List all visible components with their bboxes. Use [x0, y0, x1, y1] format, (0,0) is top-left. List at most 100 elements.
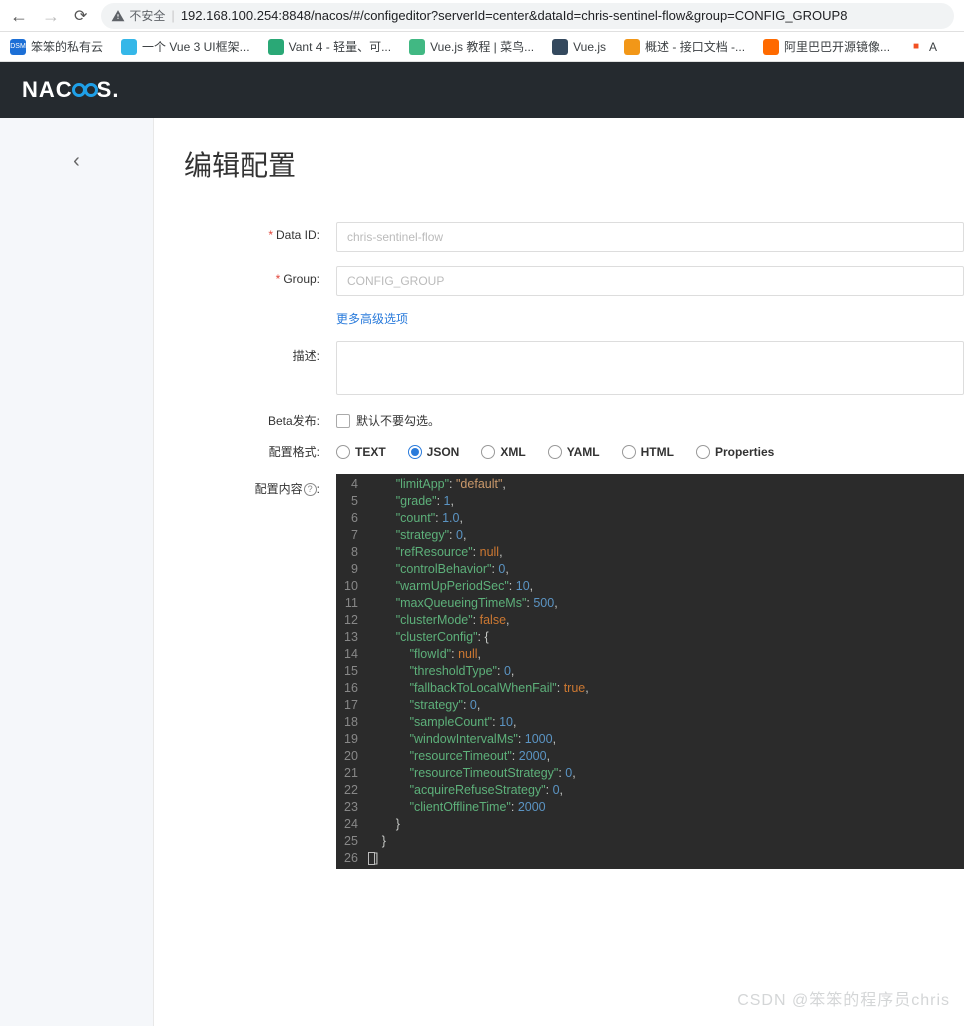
bookmark-item[interactable]: Vue.js	[552, 39, 606, 55]
bookmark-item[interactable]: ■A	[908, 39, 937, 55]
bookmark-label: 笨笨的私有云	[31, 38, 103, 55]
code-line: "windowIntervalMs": 1000,	[368, 731, 964, 748]
app-header: NAC S.	[0, 62, 964, 118]
page-title: 编辑配置	[184, 144, 964, 184]
code-line: "resourceTimeout": 2000,	[368, 748, 964, 765]
format-option-text[interactable]: TEXT	[336, 445, 386, 459]
input-group[interactable]	[336, 266, 964, 296]
code-line: "sampleCount": 10,	[368, 714, 964, 731]
nacos-logo: NAC S.	[22, 77, 119, 103]
editor-code[interactable]: "limitApp": "default", "grade": 1, "coun…	[368, 474, 964, 869]
insecure-badge: 不安全	[111, 7, 165, 24]
input-data-id[interactable]	[336, 222, 964, 252]
bookmark-label: A	[929, 40, 937, 54]
warning-icon	[111, 9, 125, 23]
code-line: "maxQueueingTimeMs": 500,	[368, 595, 964, 612]
beta-checkbox[interactable]	[336, 414, 350, 428]
bookmark-item[interactable]: 概述 - 接口文档 -...	[624, 38, 745, 55]
radio-label: JSON	[427, 445, 460, 459]
bookmark-label: Vue.js 教程 | 菜鸟...	[430, 38, 534, 55]
radio-label: HTML	[641, 445, 674, 459]
main-layout: ‹ 编辑配置 *Data ID: *Group: 更多高级选项 描述: Beta…	[0, 118, 964, 1026]
radio-icon	[408, 445, 422, 459]
code-line: "acquireRefuseStrategy": 0,	[368, 782, 964, 799]
favicon-icon	[268, 39, 284, 55]
bookmark-item[interactable]: 阿里巴巴开源镜像...	[763, 38, 890, 55]
code-line: "flowId": null,	[368, 646, 964, 663]
row-data-id: *Data ID:	[184, 222, 964, 252]
editor-gutter: 4567891011121314151617181920212223242526	[336, 474, 368, 869]
code-line: ]	[368, 850, 964, 867]
code-line: "thresholdType": 0,	[368, 663, 964, 680]
bookmark-item[interactable]: 一个 Vue 3 UI框架...	[121, 38, 250, 55]
input-desc[interactable]	[336, 341, 964, 395]
row-more: 更多高级选项	[184, 310, 964, 327]
sidebar-back-button[interactable]: ‹	[0, 150, 153, 173]
logo-text-prefix: NAC	[22, 77, 73, 103]
logo-rings-icon	[73, 83, 97, 97]
format-option-xml[interactable]: XML	[481, 445, 525, 459]
favicon-icon	[409, 39, 425, 55]
sidebar: ‹	[0, 118, 154, 1026]
label-content: 配置内容?:	[184, 474, 336, 497]
back-button[interactable]: ←	[10, 7, 28, 25]
row-format: 配置格式: TEXTJSONXMLYAMLHTMLProperties	[184, 443, 964, 460]
bookmark-label: 阿里巴巴开源镜像...	[784, 38, 890, 55]
reload-button[interactable]: ⟳	[74, 6, 87, 26]
bookmark-item[interactable]: Vant 4 - 轻量、可...	[268, 38, 391, 55]
content-area: 编辑配置 *Data ID: *Group: 更多高级选项 描述: Beta发布…	[154, 118, 964, 1026]
code-line: "warmUpPeriodSec": 10,	[368, 578, 964, 595]
code-line: "controlBehavior": 0,	[368, 561, 964, 578]
code-line: "clusterMode": false,	[368, 612, 964, 629]
code-editor[interactable]: 4567891011121314151617181920212223242526…	[336, 474, 964, 869]
radio-icon	[696, 445, 710, 459]
code-line: "refResource": null,	[368, 544, 964, 561]
radio-label: XML	[500, 445, 525, 459]
format-option-yaml[interactable]: YAML	[548, 445, 600, 459]
code-line: }	[368, 833, 964, 850]
label-desc: 描述:	[184, 341, 336, 364]
radio-label: Properties	[715, 445, 774, 459]
address-bar[interactable]: 不安全 | 192.168.100.254:8848/nacos/#/confi…	[101, 3, 954, 29]
row-content: 配置内容?: 456789101112131415161718192021222…	[184, 474, 964, 869]
favicon-icon	[552, 39, 568, 55]
label-beta: Beta发布:	[184, 412, 336, 429]
browser-toolbar: ← → ⟳ 不安全 | 192.168.100.254:8848/nacos/#…	[0, 0, 964, 32]
insecure-label: 不安全	[129, 7, 165, 24]
bookmark-label: Vant 4 - 轻量、可...	[289, 38, 391, 55]
bookmark-item[interactable]: DSM 笨笨的私有云	[10, 38, 103, 55]
beta-text: 默认不要勾选。	[356, 412, 440, 429]
code-line: "strategy": 0,	[368, 527, 964, 544]
bookmark-label: 一个 Vue 3 UI框架...	[142, 38, 250, 55]
code-line: "fallbackToLocalWhenFail": true,	[368, 680, 964, 697]
radio-label: YAML	[567, 445, 600, 459]
format-option-html[interactable]: HTML	[622, 445, 674, 459]
bookmark-label: 概述 - 接口文档 -...	[645, 38, 745, 55]
radio-icon	[548, 445, 562, 459]
radio-icon	[336, 445, 350, 459]
format-radio-group: TEXT JSON XML YAML HTML Properties	[336, 445, 964, 459]
more-options-link[interactable]: 更多高级选项	[336, 312, 408, 326]
forward-button[interactable]: →	[42, 7, 60, 25]
help-icon[interactable]: ?	[304, 483, 317, 496]
logo-text-suffix: S.	[97, 77, 120, 103]
row-group: *Group:	[184, 266, 964, 296]
code-line: }	[368, 816, 964, 833]
code-line: "grade": 1,	[368, 493, 964, 510]
label-data-id: *Data ID:	[184, 222, 336, 242]
favicon-icon	[121, 39, 137, 55]
bookmark-item[interactable]: Vue.js 教程 | 菜鸟...	[409, 38, 534, 55]
label-group: *Group:	[184, 266, 336, 286]
code-line: "clusterConfig": {	[368, 629, 964, 646]
format-option-json[interactable]: JSON	[408, 445, 460, 459]
favicon-icon	[624, 39, 640, 55]
favicon-icon	[763, 39, 779, 55]
code-line: "count": 1.0,	[368, 510, 964, 527]
code-line: "resourceTimeoutStrategy": 0,	[368, 765, 964, 782]
row-beta: Beta发布: 默认不要勾选。	[184, 412, 964, 429]
bookmarks-bar: DSM 笨笨的私有云 一个 Vue 3 UI框架... Vant 4 - 轻量、可..…	[0, 32, 964, 62]
radio-icon	[481, 445, 495, 459]
radio-label: TEXT	[355, 445, 386, 459]
favicon-icon: DSM	[10, 39, 26, 55]
format-option-properties[interactable]: Properties	[696, 445, 774, 459]
